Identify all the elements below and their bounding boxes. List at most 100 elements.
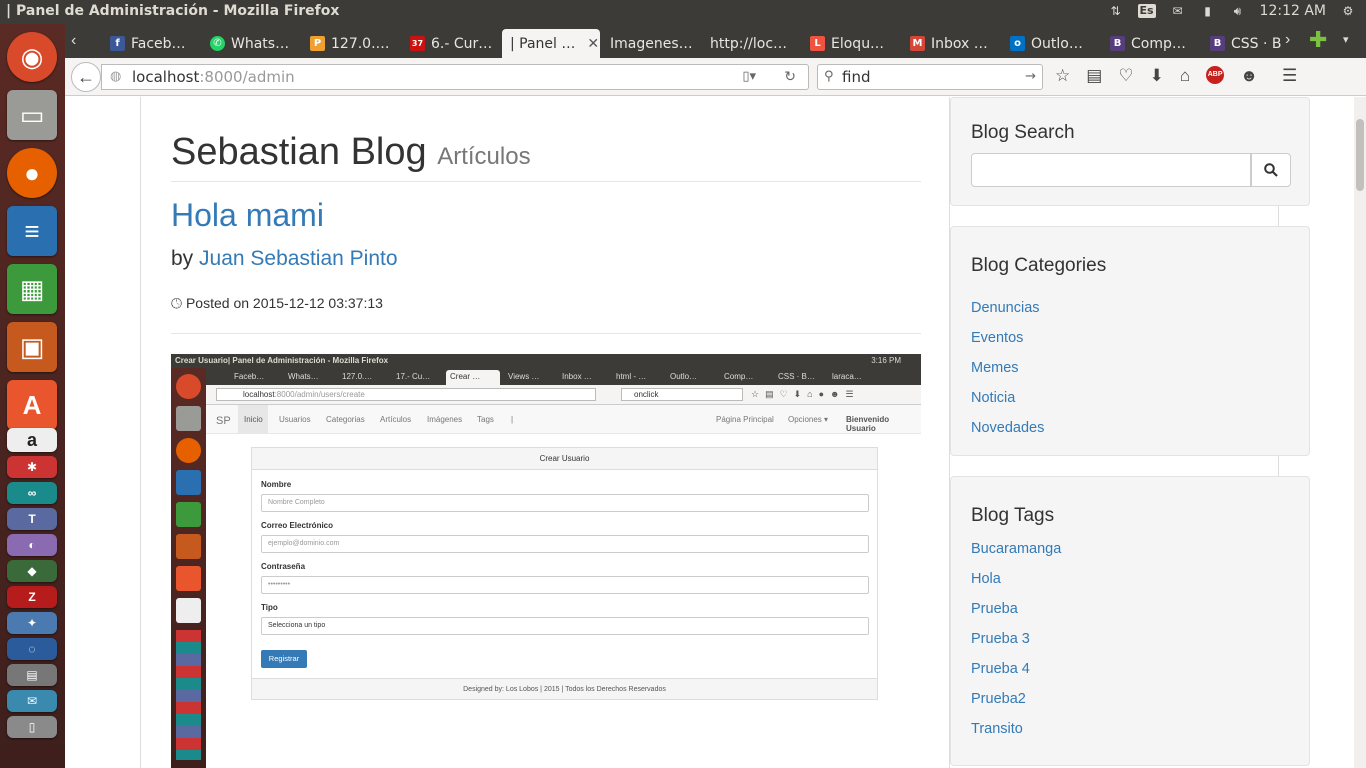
bookmark-star-icon[interactable]: ☆ (1055, 66, 1070, 86)
category-link[interactable]: Noticia (971, 383, 1044, 413)
app-icon[interactable]: ◐ (7, 534, 57, 556)
power-gear-icon[interactable]: ⚙ (1340, 4, 1356, 18)
chat-hello-icon[interactable]: ☻ (1240, 66, 1258, 86)
category-link[interactable]: Novedades (971, 413, 1044, 443)
tag-link[interactable]: Prueba (971, 594, 1061, 624)
tab-localhost[interactable]: http://loc… (702, 29, 800, 58)
blog-tags-widget: Blog Tags Bucaramanga Hola Prueba Prueba… (950, 476, 1310, 766)
amazon-icon[interactable]: a (7, 428, 57, 452)
network-arrows-icon[interactable]: ⇅ (1108, 4, 1124, 18)
tag-link[interactable]: Hola (971, 564, 1061, 594)
facebook-favicon-icon: f (110, 36, 125, 51)
post-title-link[interactable]: Hola mami (171, 197, 324, 234)
blog-search-button[interactable] (1251, 153, 1291, 187)
tab-scroll-right-icon[interactable]: › (1285, 31, 1290, 49)
trash-icon[interactable]: ▯ (7, 716, 57, 738)
post-date: 🕓︎ Posted on 2015-12-12 03:37:13 (171, 295, 383, 311)
tab-bootstrap-components[interactable]: B Comp… (1102, 29, 1200, 58)
url-bar[interactable]: ◍ localhost:8000/admin ▯▾ ↻ (101, 64, 809, 90)
pocket-icon[interactable]: ♡ (1118, 66, 1133, 86)
search-icon (1264, 163, 1278, 177)
embedded-launcher (171, 368, 206, 768)
arduino-icon[interactable]: ∞ (7, 482, 57, 504)
category-link[interactable]: Memes (971, 353, 1044, 383)
blog-categories-title: Blog Categories (971, 255, 1107, 276)
impress-icon[interactable]: ▣ (7, 322, 57, 372)
tab-imagenes[interactable]: Imagenes… (602, 29, 700, 58)
author-link[interactable]: Juan Sebastian Pinto (199, 247, 397, 270)
post-byline: by Juan Sebastian Pinto (171, 247, 398, 270)
tab-panel-active[interactable]: | Panel … ✕ (502, 29, 600, 58)
downloads-icon[interactable]: ⬇ (1150, 66, 1164, 86)
tab-outlook[interactable]: o Outlo… (1002, 29, 1100, 58)
writer-icon[interactable]: ≡ (7, 206, 57, 256)
tab-eloquent[interactable]: L Eloqu… (802, 29, 900, 58)
unity-launcher: ◉ ▭ ● ≡ ▦ ▣ A a ✱ ∞ T ◐ ◆ Z ✦ ◌ ▤ ✉ ▯ (0, 24, 65, 768)
tag-link[interactable]: Prueba 4 (971, 654, 1061, 684)
stacked-apps-icon[interactable]: ✱ (7, 456, 57, 478)
embedded-search-bar: onclick (621, 388, 743, 401)
tag-link[interactable]: Prueba2 (971, 684, 1061, 714)
bookmarks-list-icon[interactable]: ▤ (1086, 66, 1102, 86)
app-icon[interactable]: ✦ (7, 612, 57, 634)
site-info-globe-icon[interactable]: ◍ (110, 65, 121, 89)
tab-curso[interactable]: 37 6.- Cur… (402, 29, 500, 58)
tab-scroll-left-icon[interactable]: ‹ (71, 32, 76, 50)
app-icon[interactable]: ✉ (7, 690, 57, 712)
adblock-plus-icon[interactable]: ABP (1206, 66, 1225, 84)
toolbar-icons: ☆ ▤ ♡ ⬇ ⌂ ABP ☻ ☰ (1055, 66, 1297, 86)
embedded-writer-icon (176, 470, 201, 495)
app-icon[interactable]: ◆ (7, 560, 57, 582)
blog-tags-title: Blog Tags (971, 505, 1055, 526)
app-icon[interactable]: ▤ (7, 664, 57, 686)
scrollbar-thumb[interactable] (1356, 119, 1364, 191)
embedded-calc-icon (176, 502, 201, 527)
search-go-arrow-icon[interactable]: → (1025, 65, 1036, 89)
phpmyadmin-favicon-icon: P (310, 36, 325, 51)
tab-bar: ‹ f Faceb… ✆ Whats… P 127.0.… 37 6.- Cur… | … (65, 24, 1366, 58)
tab-facebook[interactable]: f Faceb… (102, 29, 200, 58)
close-tab-icon[interactable]: ✕ (587, 36, 599, 52)
reader-view-icon[interactable]: ▯▾ (742, 65, 756, 89)
reload-icon[interactable]: ↻ (784, 65, 796, 89)
laravel-favicon-icon: L (810, 36, 825, 51)
back-button[interactable]: ← (71, 62, 101, 92)
blog-sidebar: Blog Search Blog Categories Denuncias Ev… (950, 97, 1310, 768)
embedded-nav-bar: localhost:8000/admin/users/create onclic… (206, 385, 921, 405)
mail-icon[interactable]: ✉ (1170, 4, 1186, 18)
tab-phpmyadmin[interactable]: P 127.0.… (302, 29, 400, 58)
tag-link[interactable]: Transito (971, 714, 1061, 744)
tag-link[interactable]: Bucaramanga (971, 534, 1061, 564)
tab-inbox[interactable]: M Inbox … (902, 29, 1000, 58)
keyboard-layout-indicator[interactable]: Es (1137, 4, 1156, 18)
home-icon[interactable]: ⌂ (1180, 66, 1190, 86)
blog-search-input[interactable] (971, 153, 1251, 187)
app-icon[interactable]: ◌ (7, 638, 57, 660)
ubuntu-dash-icon[interactable]: ◉ (7, 32, 57, 82)
divider (171, 333, 921, 334)
hamburger-menu-icon[interactable]: ☰ (1282, 66, 1297, 86)
clock[interactable]: 12:12 AM (1260, 3, 1326, 19)
volume-icon[interactable]: 🔊︎ (1230, 4, 1246, 18)
calc-icon[interactable]: ▦ (7, 264, 57, 314)
filezilla-icon[interactable]: Z (7, 586, 57, 608)
text-editor-icon[interactable]: T (7, 508, 57, 530)
tag-link[interactable]: Prueba 3 (971, 624, 1061, 654)
new-tab-plus-icon[interactable]: ✚ (1309, 27, 1327, 53)
battery-icon[interactable]: ▮ (1200, 4, 1216, 18)
firefox-icon[interactable]: ● (7, 148, 57, 198)
page-scrollbar[interactable] (1354, 97, 1366, 768)
files-icon[interactable]: ▭ (7, 90, 57, 140)
search-bar[interactable]: ⚲ find → (817, 64, 1043, 90)
embedded-files-icon (176, 406, 201, 431)
tab-bootstrap-css[interactable]: BCSS · B… (1202, 29, 1282, 58)
category-list: Denuncias Eventos Memes Noticia Novedade… (971, 293, 1044, 443)
whatsapp-favicon-icon: ✆ (210, 36, 225, 51)
category-link[interactable]: Eventos (971, 323, 1044, 353)
embedded-stacked-icons (176, 630, 201, 760)
category-link[interactable]: Denuncias (971, 293, 1044, 323)
software-center-icon[interactable]: A (7, 380, 57, 430)
outlook-favicon-icon: o (1010, 36, 1025, 51)
tab-list-chevron-down-icon[interactable]: ▾ (1343, 33, 1349, 46)
tab-whatsapp[interactable]: ✆ Whats… (202, 29, 300, 58)
